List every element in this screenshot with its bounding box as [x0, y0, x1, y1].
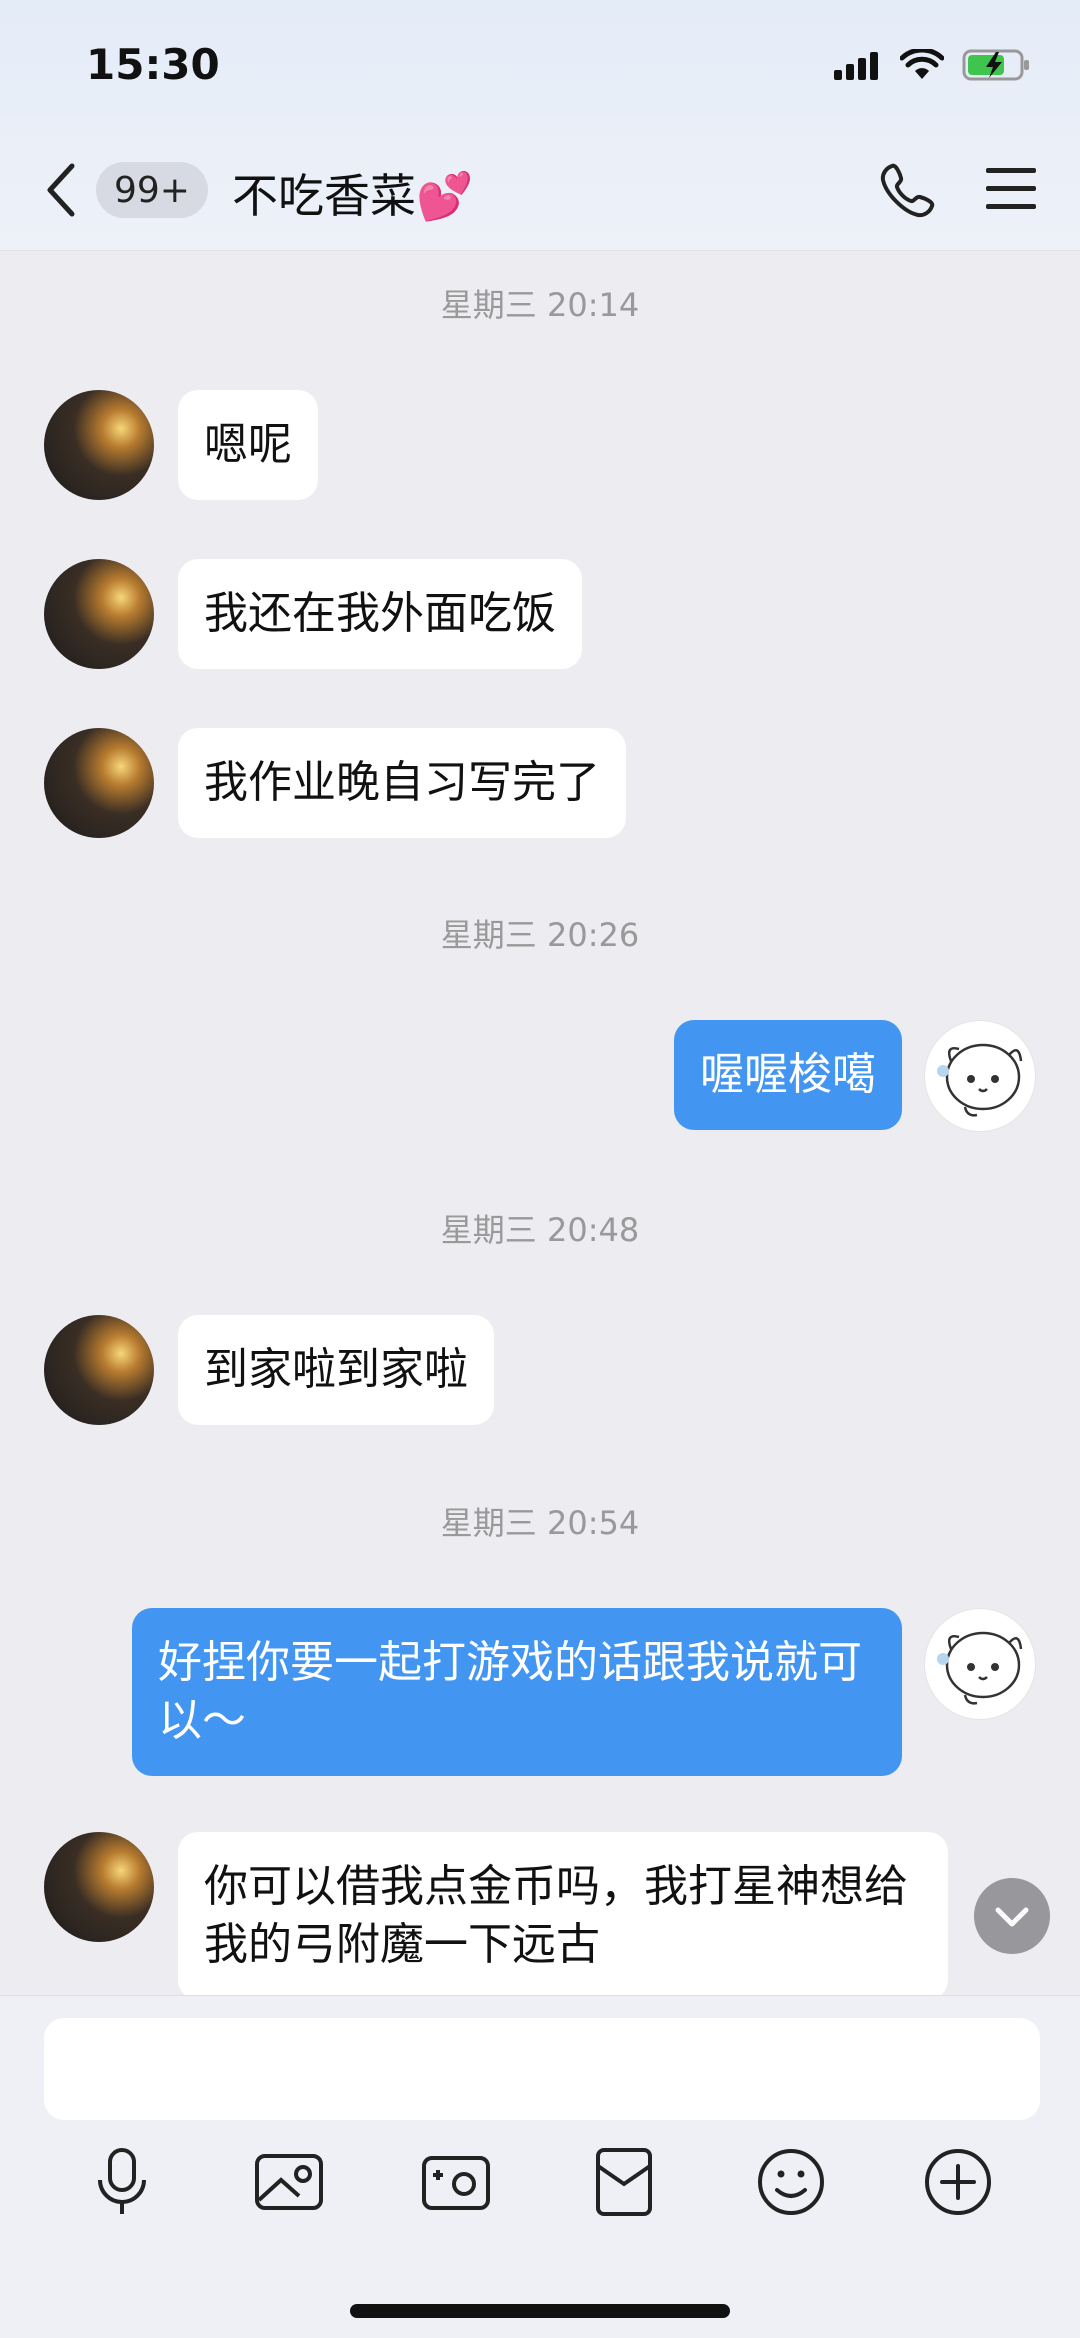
- chevron-down-icon: [995, 1907, 1029, 1927]
- message-bubble-incoming[interactable]: 我作业晚自习写完了: [178, 728, 626, 838]
- back-icon[interactable]: [40, 160, 80, 220]
- plus-icon[interactable]: [920, 2144, 996, 2220]
- time-separator: 星期三 20:14: [440, 286, 640, 324]
- microphone-icon[interactable]: [84, 2144, 160, 2220]
- battery-icon: [962, 49, 1029, 81]
- emoji-icon[interactable]: [753, 2144, 829, 2220]
- time-separator: 星期三 20:26: [440, 916, 640, 954]
- menu-icon[interactable]: [984, 164, 1038, 214]
- red-packet-icon[interactable]: [586, 2144, 662, 2220]
- time-separator: 星期三 20:48: [440, 1211, 640, 1249]
- camera-icon[interactable]: [418, 2144, 494, 2220]
- top-bar: 15:30 99+ 不吃香菜💕: [0, 0, 1080, 251]
- phone-icon[interactable]: [878, 160, 938, 220]
- my-avatar[interactable]: [924, 1020, 1036, 1132]
- bottom-panel: [0, 1995, 1080, 2338]
- cartoon-cat-avatar-icon: [937, 1631, 1023, 1705]
- status-time: 15:30: [86, 40, 220, 89]
- message-bubble-incoming[interactable]: 嗯呢: [178, 390, 318, 500]
- time-separator: 星期三 20:54: [440, 1504, 640, 1542]
- friend-avatar[interactable]: [44, 559, 154, 669]
- photo-icon[interactable]: [251, 2144, 327, 2220]
- message-input[interactable]: [44, 2018, 1040, 2120]
- message-bubble-incoming[interactable]: 你可以借我点金币吗，我打星神想给我的弓附魔一下远古: [178, 1832, 948, 1995]
- message-bubble-outgoing[interactable]: 好捏你要一起打游戏的话跟我说就可以～: [132, 1608, 902, 1776]
- unread-badge[interactable]: 99+: [96, 162, 208, 218]
- status-icons: [832, 48, 1032, 82]
- message-bubble-incoming[interactable]: 我还在我外面吃饭: [178, 559, 582, 669]
- message-bubble-outgoing[interactable]: 喔喔梭噶: [674, 1020, 902, 1130]
- friend-avatar[interactable]: [44, 728, 154, 838]
- chat-area[interactable]: 星期三 20:14 嗯呢 我还在我外面吃饭 我作业晚自习写完了 星期三 20:2…: [0, 250, 1080, 1995]
- home-indicator: [350, 2304, 730, 2318]
- my-avatar[interactable]: [924, 1608, 1036, 1720]
- cartoon-cat-avatar-icon: [937, 1043, 1023, 1117]
- chat-title[interactable]: 不吃香菜💕: [232, 160, 473, 226]
- wifi-icon: [900, 49, 944, 79]
- friend-avatar[interactable]: [44, 1832, 154, 1942]
- toolbar: [0, 2144, 1080, 2224]
- scroll-to-bottom-button[interactable]: [974, 1878, 1050, 1954]
- signal-icon: [834, 52, 878, 80]
- friend-avatar[interactable]: [44, 1315, 154, 1425]
- friend-avatar[interactable]: [44, 390, 154, 500]
- message-bubble-incoming[interactable]: 到家啦到家啦: [178, 1315, 494, 1425]
